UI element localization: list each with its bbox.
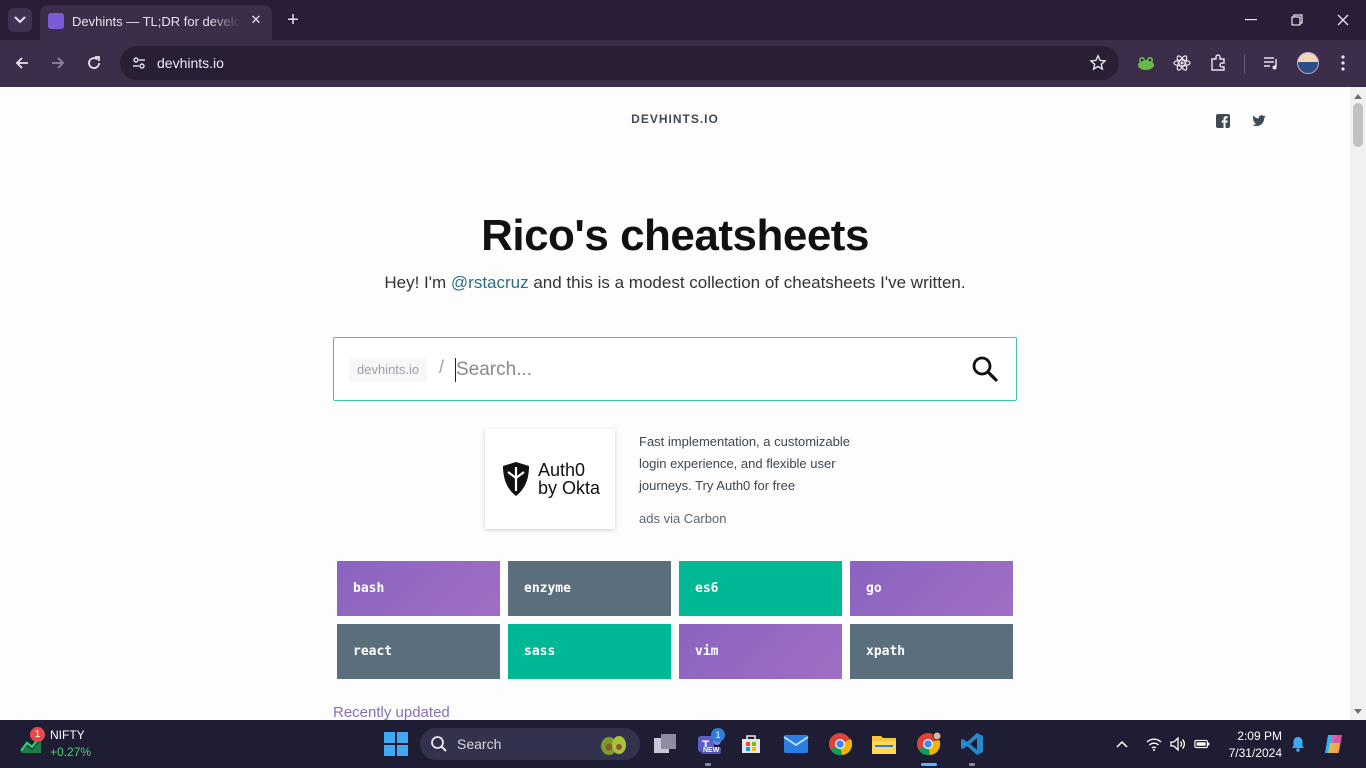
site-brand[interactable]: DEVHINTS.IO (0, 112, 1350, 126)
tile-vim[interactable]: vim (679, 624, 842, 679)
restore-icon[interactable] (1285, 8, 1309, 32)
browser-tab-strip: Devhints — TL;DR for developer cheatshee… (0, 0, 1366, 40)
bell-icon[interactable] (1290, 736, 1306, 752)
ad-logo-line2: by Okta (538, 478, 601, 498)
teams-new-label: NEW (701, 747, 722, 754)
taskbar-search-label: Search (457, 736, 502, 752)
ad-image[interactable]: Auth0 by Okta (485, 429, 615, 529)
toolbar-divider (1244, 55, 1245, 73)
menu-icon[interactable] (1333, 53, 1353, 73)
address-bar[interactable]: devhints.io (120, 46, 1119, 80)
tab-title: Devhints — TL;DR for developer cheatshee… (72, 14, 240, 29)
copilot-icon[interactable] (1320, 730, 1348, 758)
tile-enzyme[interactable]: enzyme (508, 561, 671, 616)
page-subtitle: Hey! I'm @rstacruz and this is a modest … (0, 273, 1350, 293)
taskbar-search[interactable]: Search (420, 728, 640, 760)
browser-toolbar: devhints.io (0, 40, 1366, 87)
back-icon[interactable] (10, 51, 34, 75)
react-devtools-icon[interactable] (1172, 53, 1192, 73)
mail-icon[interactable] (782, 730, 810, 758)
scroll-thumb[interactable] (1353, 103, 1363, 147)
tab-list-icon[interactable] (8, 8, 32, 32)
page-title: Rico's cheatsheets (481, 211, 869, 260)
auth0-shield-icon (503, 462, 529, 496)
subtitle-text: Hey! I'm (384, 273, 451, 292)
windows-taskbar: 1 NIFTY +0.27% Search T 1 NEW 2:09 PM 7/… (0, 720, 1366, 768)
windows-start-icon[interactable] (382, 730, 410, 758)
frog-extension-icon[interactable] (1136, 53, 1156, 73)
scroll-up-arrow[interactable] (1354, 94, 1362, 99)
avocado-icon (601, 736, 626, 755)
author-link[interactable]: @rstacruz (451, 273, 529, 292)
widget-change: +0.27% (50, 745, 92, 759)
tile-sass[interactable]: sass (508, 624, 671, 679)
chrome-profile-icon[interactable] (915, 730, 943, 758)
clock-date[interactable]: 7/31/2024 (1210, 746, 1282, 760)
close-icon[interactable]: ✕ (248, 12, 264, 28)
ad-logo-text: Auth0 by Okta (538, 461, 600, 497)
battery-icon[interactable] (1194, 736, 1210, 752)
microsoft-store-icon[interactable] (737, 730, 765, 758)
reload-icon[interactable] (82, 51, 106, 75)
running-indicator (705, 763, 711, 766)
taskbar-search-icon (431, 736, 447, 752)
widget-badge: 1 (30, 727, 45, 742)
tile-xpath[interactable]: xpath (850, 624, 1013, 679)
twitter-icon[interactable] (1252, 114, 1266, 128)
forward-icon[interactable] (46, 51, 70, 75)
running-indicator (969, 763, 975, 766)
wifi-icon[interactable] (1146, 736, 1162, 752)
volume-icon[interactable] (1170, 736, 1186, 752)
chrome-icon[interactable] (826, 730, 854, 758)
scroll-down-arrow[interactable] (1354, 709, 1362, 714)
search-input[interactable] (456, 356, 936, 384)
window-close-icon[interactable] (1331, 8, 1355, 32)
tile-bash[interactable]: bash (337, 561, 500, 616)
extension-icon[interactable] (1208, 53, 1228, 73)
page-scrollbar[interactable] (1350, 87, 1366, 720)
vscode-icon[interactable] (958, 730, 986, 758)
facebook-icon[interactable] (1216, 114, 1230, 128)
tile-react[interactable]: react (337, 624, 500, 679)
chevron-up-icon[interactable] (1114, 736, 1130, 752)
tile-es6[interactable]: es6 (679, 561, 842, 616)
subtitle-text-end: and this is a modest collection of cheat… (528, 273, 966, 292)
minimize-icon[interactable] (1239, 8, 1263, 32)
ad-text[interactable]: Fast implementation, a customizable logi… (639, 431, 879, 497)
search-box[interactable]: devhints.io / (333, 337, 1017, 401)
task-view-icon[interactable] (651, 730, 679, 758)
favicon-icon (48, 13, 64, 29)
clock-time[interactable]: 2:09 PM (1210, 729, 1282, 743)
search-separator: / (439, 357, 445, 377)
search-prefix: devhints.io (349, 358, 428, 382)
profile-avatar[interactable] (1297, 52, 1319, 74)
active-app-indicator (921, 763, 937, 766)
file-explorer-icon[interactable] (870, 730, 898, 758)
ad-via-link[interactable]: ads via Carbon (639, 511, 726, 526)
url-text: devhints.io (157, 55, 224, 71)
recently-updated-heading: Recently updated (333, 704, 450, 720)
webpage: DEVHINTS.IO Rico's cheatsheets Hey! I'm … (0, 87, 1350, 720)
media-control-icon[interactable] (1261, 53, 1281, 73)
active-tab[interactable]: Devhints — TL;DR for developer cheatshee… (40, 5, 272, 40)
site-info-icon[interactable] (128, 52, 150, 74)
tile-go[interactable]: go (850, 561, 1013, 616)
star-icon[interactable] (1089, 54, 1107, 72)
ad-logo-line1: Auth0 (538, 460, 586, 480)
plus-icon[interactable]: + (282, 8, 304, 32)
widget-name: NIFTY (50, 728, 85, 742)
search-icon[interactable] (971, 355, 999, 383)
teams-badge: 1 (711, 728, 725, 742)
